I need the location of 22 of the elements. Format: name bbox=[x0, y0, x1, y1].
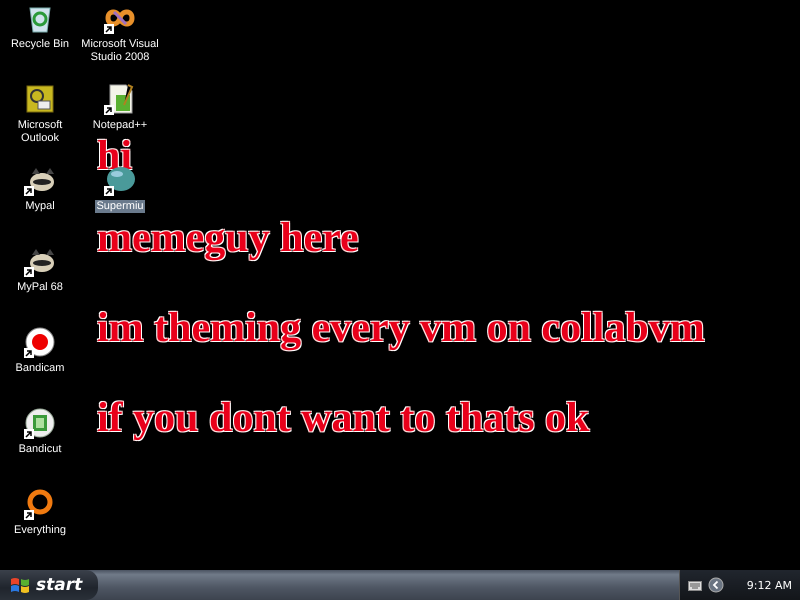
desktop-icon-label[interactable]: Mypal bbox=[24, 200, 56, 213]
desktop-icon-label[interactable]: Notepad++ bbox=[92, 119, 148, 132]
clock-envelope-icon bbox=[24, 83, 56, 115]
desktop-icon-label[interactable]: Bandicut bbox=[18, 443, 62, 456]
record-icon bbox=[24, 326, 56, 358]
desktop-icon-label[interactable]: Everything bbox=[13, 524, 67, 537]
desktop-icon-label[interactable]: Recycle Bin bbox=[10, 38, 70, 51]
wallpaper-text: hi bbox=[97, 135, 132, 177]
wallpaper-text: if you dont want to thats ok bbox=[97, 397, 590, 439]
film-icon bbox=[24, 407, 56, 439]
desktop-icon-label[interactable]: Supermiu bbox=[95, 200, 145, 213]
clock: 9:12 AM bbox=[746, 578, 792, 592]
keyboard-icon[interactable] bbox=[688, 579, 702, 591]
chevron-left-icon[interactable] bbox=[708, 577, 724, 593]
start-button[interactable]: start bbox=[0, 570, 98, 600]
desktop-icon-label[interactable]: MyPal 68 bbox=[16, 281, 64, 294]
wallpaper-text: im theming every vm on collabvm bbox=[97, 307, 705, 349]
desktop-icon-label[interactable]: Bandicam bbox=[14, 362, 66, 375]
desktop-icon-label[interactable]: Microsoft Visual Studio 2008 bbox=[80, 38, 160, 64]
desktop-icon-label[interactable]: Microsoft Outlook bbox=[0, 119, 80, 145]
wallpaper-text: memeguy here bbox=[97, 217, 359, 259]
windows-flag-icon bbox=[10, 576, 30, 594]
